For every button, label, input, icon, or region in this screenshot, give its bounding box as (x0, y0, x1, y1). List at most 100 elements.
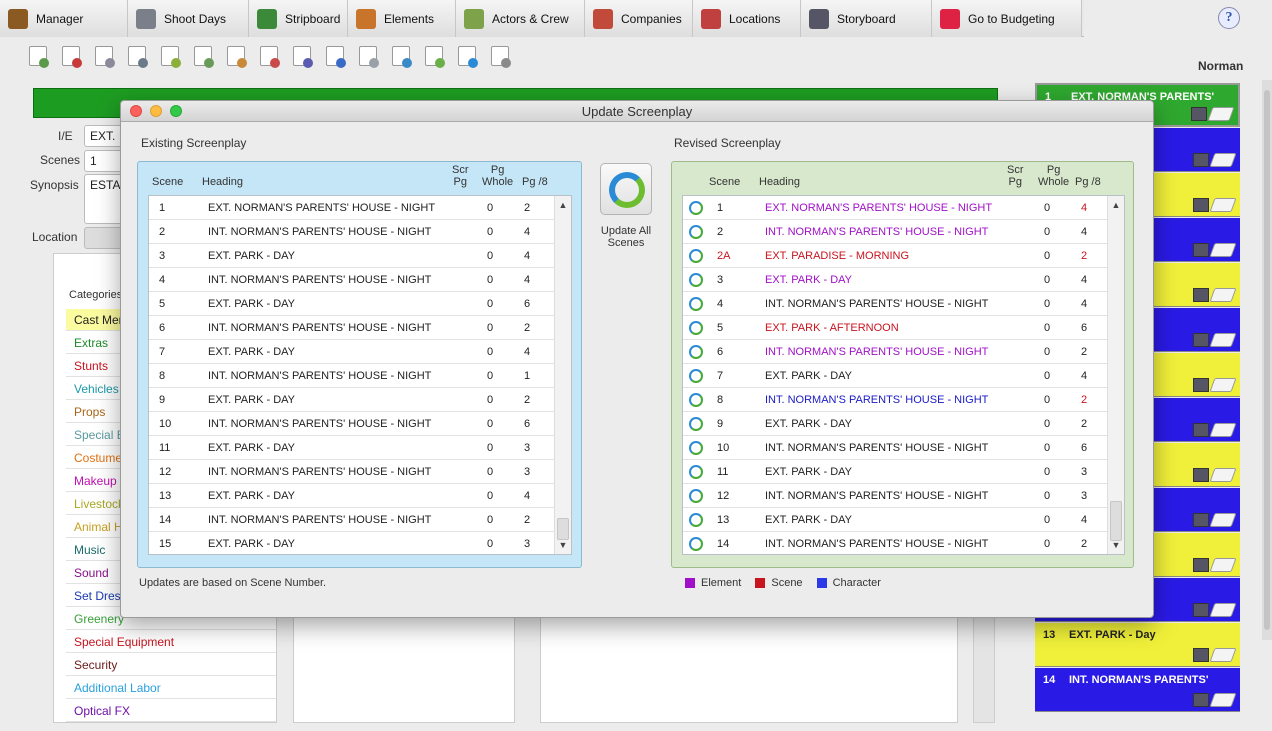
sync-icon[interactable] (455, 44, 479, 68)
stripboard-scrollbar[interactable] (1262, 80, 1272, 640)
update-all-button[interactable] (600, 163, 652, 215)
category-item[interactable]: Optical FX (66, 700, 276, 722)
revision-status-icon[interactable] (689, 369, 703, 383)
help-icon[interactable]: ? (1218, 7, 1240, 29)
table-row[interactable]: 9 EXT. PARK - DAY 0 2 (683, 412, 1108, 436)
table-row[interactable]: 11 EXT. PARK - DAY 0 3 (683, 460, 1108, 484)
find-icon[interactable] (125, 44, 149, 68)
main-nav: Manager Shoot Days Stripboard Elements Actor… (0, 0, 1084, 37)
table-row[interactable]: 5 EXT. PARK - AFTERNOON 0 6 (683, 316, 1108, 340)
table-row[interactable]: 4 INT. NORMAN'S PARENTS' HOUSE - NIGHT 0 4 (683, 292, 1108, 316)
table-row[interactable]: 4 INT. NORMAN'S PARENTS' HOUSE - NIGHT 0 4 (149, 268, 555, 292)
table-row[interactable]: 12 INT. NORMAN'S PARENTS' HOUSE - NIGHT 0 3 (683, 484, 1108, 508)
table-row[interactable]: 5 EXT. PARK - DAY 0 6 (149, 292, 555, 316)
tab-companies[interactable]: Companies (585, 0, 693, 37)
scroll-down-icon[interactable]: ▼ (555, 538, 571, 552)
cell-whole: 0 (487, 250, 494, 262)
ie-field[interactable]: EXT. (84, 125, 124, 147)
table-row[interactable]: 7 EXT. PARK - DAY 0 4 (149, 340, 555, 364)
table-row[interactable]: 1 EXT. NORMAN'S PARENTS' HOUSE - NIGHT 0 2 (149, 196, 555, 220)
synopsis-field[interactable]: ESTA (84, 174, 124, 224)
table-row[interactable]: 10 INT. NORMAN'S PARENTS' HOUSE - NIGHT 0 6 (149, 412, 555, 436)
list-icon[interactable] (158, 44, 182, 68)
link-icon[interactable] (356, 44, 380, 68)
scroll-thumb[interactable] (1110, 501, 1122, 541)
strip-row[interactable]: 13 EXT. PARK - Day (1035, 623, 1240, 667)
revision-status-icon[interactable] (689, 489, 703, 503)
revision-status-icon[interactable] (689, 249, 703, 263)
table-row[interactable]: 14 INT. NORMAN'S PARENTS' HOUSE - NIGHT 0 2 (149, 508, 555, 532)
box-icon[interactable] (488, 44, 512, 68)
tab-actors-crew[interactable]: Actors & Crew (456, 0, 585, 37)
table-row[interactable]: 2A EXT. PARADISE - MORNING 0 2 (683, 244, 1108, 268)
table-row[interactable]: 8 INT. NORMAN'S PARENTS' HOUSE - NIGHT 0 1 (149, 364, 555, 388)
revision-status-icon[interactable] (689, 201, 703, 215)
scenes-field[interactable]: 1 (84, 150, 124, 172)
revision-status-icon[interactable] (689, 465, 703, 479)
revision-status-icon[interactable] (689, 273, 703, 287)
tab-elements[interactable]: Elements (348, 0, 456, 37)
magic-icon[interactable] (290, 44, 314, 68)
location-field[interactable] (84, 227, 124, 249)
import-icon[interactable] (224, 44, 248, 68)
cell-heading: EXT. PARK - DAY (765, 370, 853, 382)
scroll-up-icon[interactable]: ▲ (555, 198, 571, 212)
table-row[interactable]: 6 INT. NORMAN'S PARENTS' HOUSE - NIGHT 0 2 (683, 340, 1108, 364)
revision-status-icon[interactable] (689, 345, 703, 359)
search-doc-icon[interactable] (389, 44, 413, 68)
sort-icon[interactable] (323, 44, 347, 68)
tab-shoot-days[interactable]: Shoot Days (128, 0, 249, 37)
strip-row[interactable]: 14 INT. NORMAN'S PARENTS' (1035, 668, 1240, 712)
delete-scene-icon[interactable] (59, 44, 83, 68)
tab-stripboard[interactable]: Stripboard (249, 0, 348, 37)
table-row[interactable]: 3 EXT. PARK - DAY 0 4 (149, 244, 555, 268)
export-icon[interactable] (191, 44, 215, 68)
table-row[interactable]: 11 EXT. PARK - DAY 0 3 (149, 436, 555, 460)
revision-status-icon[interactable] (689, 513, 703, 527)
table-row[interactable]: 14 INT. NORMAN'S PARENTS' HOUSE - NIGHT 0 2 (683, 532, 1108, 554)
category-item[interactable]: Special Equipment (66, 631, 276, 653)
revision-status-icon[interactable] (689, 321, 703, 335)
table-row[interactable]: 3 EXT. PARK - DAY 0 4 (683, 268, 1108, 292)
tab-go-to-budgeting[interactable]: Go to Budgeting (932, 0, 1082, 37)
category-item[interactable]: Security (66, 654, 276, 676)
table-row[interactable]: 13 EXT. PARK - DAY 0 4 (683, 508, 1108, 532)
revision-status-icon[interactable] (689, 537, 703, 551)
existing-list[interactable]: 1 EXT. NORMAN'S PARENTS' HOUSE - NIGHT 0 2 2… (148, 195, 572, 555)
table-row[interactable]: 9 EXT. PARK - DAY 0 2 (149, 388, 555, 412)
scroll-down-icon[interactable]: ▼ (1108, 538, 1124, 552)
existing-scrollbar[interactable]: ▲ ▼ (554, 196, 571, 554)
add-doc-icon[interactable] (422, 44, 446, 68)
duplicate-icon[interactable] (92, 44, 116, 68)
table-row[interactable]: 8 INT. NORMAN'S PARENTS' HOUSE - NIGHT 0 2 (683, 388, 1108, 412)
minimize-button[interactable] (150, 105, 162, 117)
table-row[interactable]: 2 INT. NORMAN'S PARENTS' HOUSE - NIGHT 0 4 (149, 220, 555, 244)
tab-storyboard[interactable]: Storyboard (801, 0, 932, 37)
table-row[interactable]: 12 INT. NORMAN'S PARENTS' HOUSE - NIGHT 0 3 (149, 460, 555, 484)
table-row[interactable]: 7 EXT. PARK - DAY 0 4 (683, 364, 1108, 388)
tab-locations[interactable]: Locations (693, 0, 801, 37)
scroll-thumb[interactable] (557, 518, 569, 540)
table-row[interactable]: 15 EXT. PARK - DAY 0 3 (149, 532, 555, 554)
tab-manager[interactable]: Manager (0, 0, 128, 37)
table-row[interactable]: 10 INT. NORMAN'S PARENTS' HOUSE - NIGHT 0 6 (683, 436, 1108, 460)
close-button[interactable] (130, 105, 142, 117)
revised-list[interactable]: 1 EXT. NORMAN'S PARENTS' HOUSE - NIGHT 0 4 2… (682, 195, 1125, 555)
table-row[interactable]: 1 EXT. NORMAN'S PARENTS' HOUSE - NIGHT 0 4 (683, 196, 1108, 220)
table-icon[interactable] (257, 44, 281, 68)
revision-status-icon[interactable] (689, 297, 703, 311)
panel-splitter[interactable] (973, 600, 995, 723)
zoom-button[interactable] (170, 105, 182, 117)
revision-status-icon[interactable] (689, 393, 703, 407)
new-scene-icon[interactable] (26, 44, 50, 68)
revision-status-icon[interactable] (689, 441, 703, 455)
scroll-up-icon[interactable]: ▲ (1108, 198, 1124, 212)
table-row[interactable]: 13 EXT. PARK - DAY 0 4 (149, 484, 555, 508)
table-row[interactable]: 6 INT. NORMAN'S PARENTS' HOUSE - NIGHT 0 2 (149, 316, 555, 340)
category-item[interactable]: Additional Labor (66, 677, 276, 699)
table-row[interactable]: 2 INT. NORMAN'S PARENTS' HOUSE - NIGHT 0 4 (683, 220, 1108, 244)
revision-status-icon[interactable] (689, 417, 703, 431)
strip-icons (1193, 423, 1237, 437)
revision-status-icon[interactable] (689, 225, 703, 239)
revised-scrollbar[interactable]: ▲ ▼ (1107, 196, 1124, 554)
